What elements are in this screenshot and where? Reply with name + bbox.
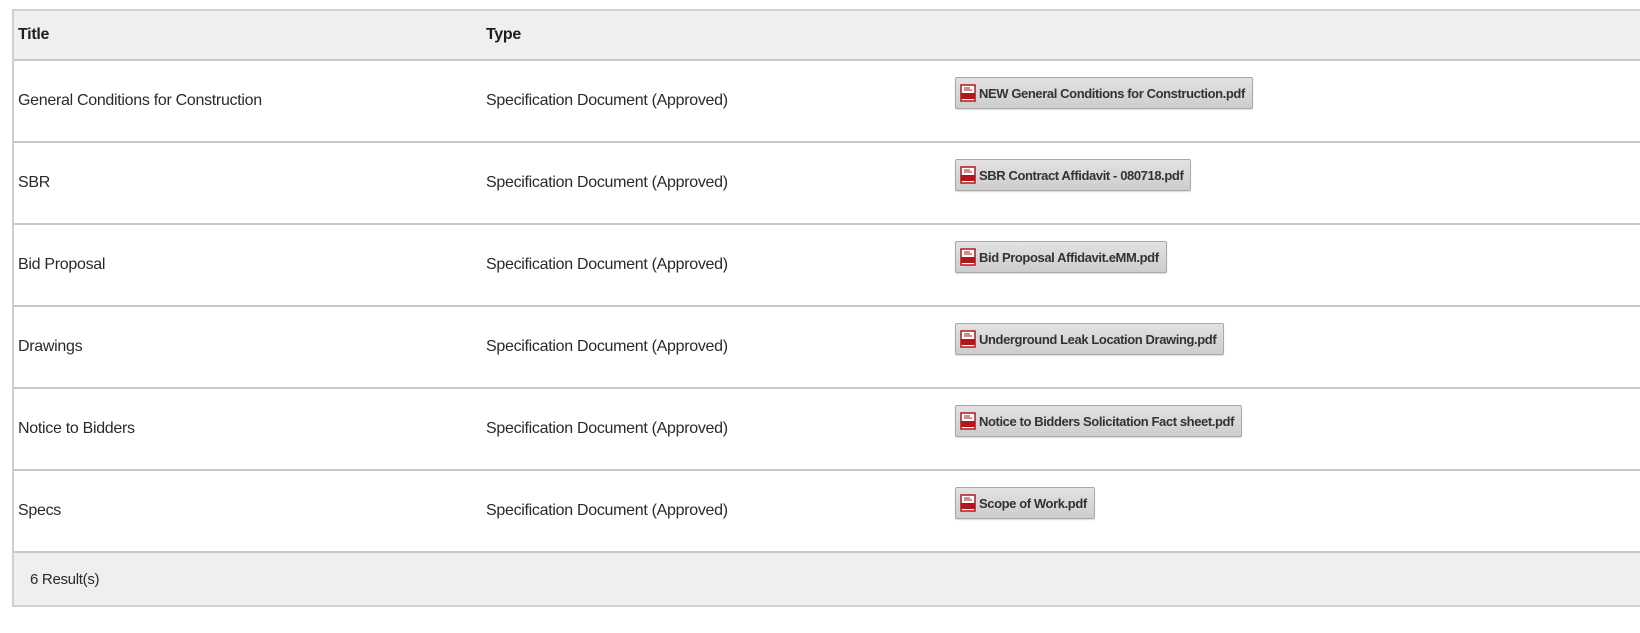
file-name: Bid Proposal Affidavit.eMM.pdf (979, 249, 1159, 265)
file-name: Underground Leak Location Drawing.pdf (979, 331, 1217, 347)
file-name: NEW General Conditions for Construction.… (979, 85, 1245, 101)
row-title: Notice to Bidders (18, 420, 135, 437)
row-file-cell: SBR Contract Affidavit - 080718.pdf (954, 159, 1640, 199)
table-row: Notice to Bidders Specification Document… (14, 389, 1640, 471)
pdf-icon (960, 494, 976, 512)
row-type: Specification Document (Approved) (486, 502, 728, 519)
table-row: General Conditions for Construction Spec… (14, 61, 1640, 143)
header-type[interactable]: Type (484, 26, 954, 44)
documents-table: Title Type General Conditions for Constr… (12, 9, 1640, 607)
row-title: General Conditions for Construction (18, 92, 262, 109)
row-file-cell: Underground Leak Location Drawing.pdf (954, 323, 1640, 363)
pdf-icon (960, 248, 976, 266)
file-name: Notice to Bidders Solicitation Fact shee… (979, 413, 1235, 429)
row-type: Specification Document (Approved) (486, 420, 728, 437)
row-file-cell: Scope of Work.pdf (954, 487, 1640, 527)
results-count: 6 Result(s) (30, 570, 100, 588)
pdf-icon (960, 412, 976, 430)
file-download-button[interactable]: Scope of Work.pdf (955, 487, 1095, 519)
row-type: Specification Document (Approved) (486, 174, 728, 191)
file-download-button[interactable]: Notice to Bidders Solicitation Fact shee… (955, 405, 1243, 437)
table-row: SBR Specification Document (Approved) SB… (14, 143, 1640, 225)
table-row: Bid Proposal Specification Document (App… (14, 225, 1640, 307)
row-title: Drawings (18, 338, 83, 355)
file-download-button[interactable]: SBR Contract Affidavit - 080718.pdf (955, 159, 1192, 191)
row-file-cell: NEW General Conditions for Construction.… (954, 77, 1640, 117)
row-type: Specification Document (Approved) (486, 92, 728, 109)
table-header: Title Type (14, 11, 1640, 61)
row-file-cell: Notice to Bidders Solicitation Fact shee… (954, 405, 1640, 445)
pdf-icon (960, 166, 976, 184)
file-download-button[interactable]: NEW General Conditions for Construction.… (955, 77, 1253, 109)
file-download-button[interactable]: Bid Proposal Affidavit.eMM.pdf (955, 241, 1167, 273)
table-footer: 6 Result(s) (14, 553, 1640, 605)
row-title: Specs (18, 502, 61, 519)
header-title[interactable]: Title (14, 26, 484, 44)
file-name: SBR Contract Affidavit - 080718.pdf (979, 167, 1184, 183)
row-file-cell: Bid Proposal Affidavit.eMM.pdf (954, 241, 1640, 281)
pdf-icon (960, 330, 976, 348)
row-type: Specification Document (Approved) (486, 256, 728, 273)
file-name: Scope of Work.pdf (979, 495, 1087, 511)
file-download-button[interactable]: Underground Leak Location Drawing.pdf (955, 323, 1225, 355)
table-row: Specs Specification Document (Approved) … (14, 471, 1640, 553)
row-type: Specification Document (Approved) (486, 338, 728, 355)
pdf-icon (960, 84, 976, 102)
table-row: Drawings Specification Document (Approve… (14, 307, 1640, 389)
row-title: Bid Proposal (18, 256, 106, 273)
row-title: SBR (18, 174, 50, 191)
